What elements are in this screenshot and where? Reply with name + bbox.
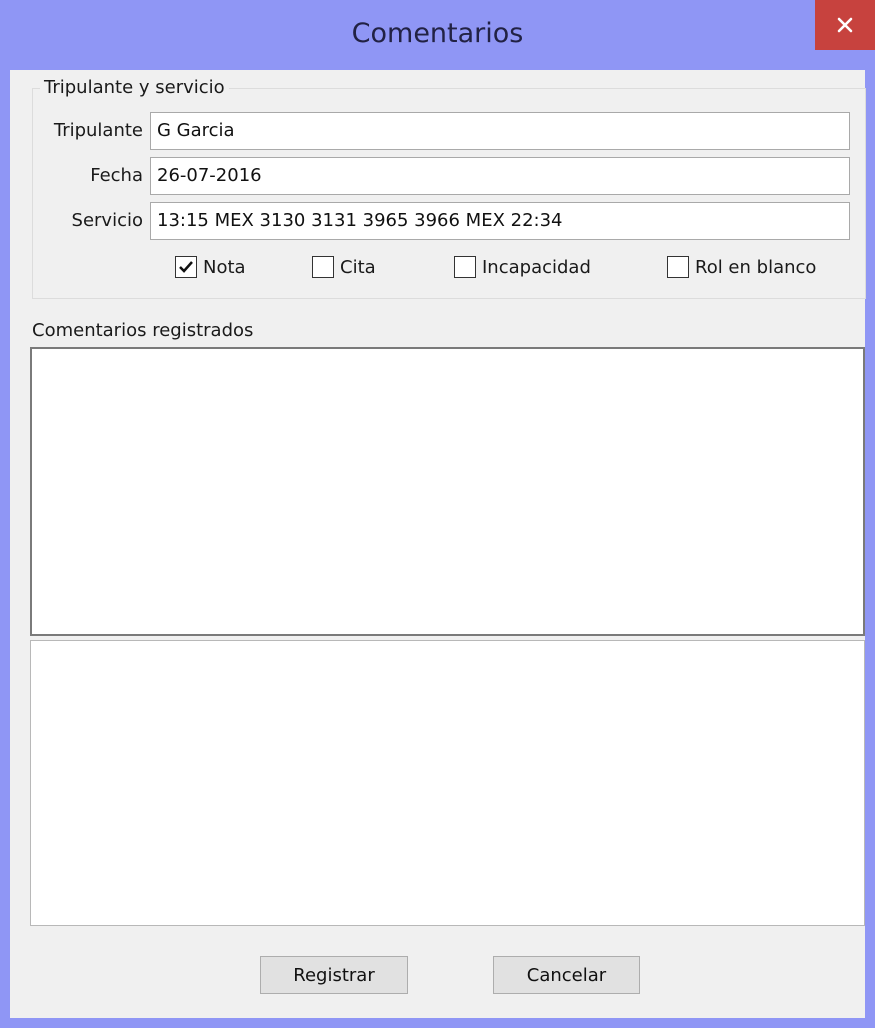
comentarios-dialog: Comentarios Tripulante y servicio Tripul… — [0, 0, 875, 1028]
checkbox-box[interactable] — [667, 256, 689, 278]
incapacidad-checkbox[interactable]: Incapacidad — [454, 256, 591, 278]
title-bar[interactable]: Comentarios — [0, 0, 875, 70]
window-title: Comentarios — [351, 18, 524, 49]
checkbox-box[interactable] — [312, 256, 334, 278]
new-comment-textarea[interactable] — [30, 640, 865, 926]
group-title: Tripulante y servicio — [40, 77, 229, 98]
nota-label: Nota — [203, 256, 246, 278]
close-icon — [837, 17, 853, 33]
nota-checkbox[interactable]: Nota — [175, 256, 246, 278]
tripulante-label: Tripulante — [53, 120, 143, 141]
registered-comments-label: Comentarios registrados — [32, 320, 254, 341]
incapacidad-label: Incapacidad — [482, 256, 591, 278]
checkbox-box[interactable] — [454, 256, 476, 278]
servicio-field[interactable]: 13:15 MEX 3130 3131 3965 3966 MEX 22:34 — [150, 202, 850, 240]
checkbox-box[interactable] — [175, 256, 197, 278]
dialog-body: Tripulante y servicio Tripulante G Garci… — [10, 70, 866, 1018]
close-button[interactable] — [815, 0, 875, 50]
servicio-label: Servicio — [71, 210, 143, 231]
checkmark-icon — [179, 261, 193, 273]
fecha-field[interactable]: 26-07-2016 — [150, 157, 850, 195]
cancel-button[interactable]: Cancelar — [493, 956, 640, 994]
cita-checkbox[interactable]: Cita — [312, 256, 376, 278]
fecha-label: Fecha — [90, 165, 143, 186]
registered-comments-box[interactable] — [30, 347, 865, 636]
rol-en-blanco-label: Rol en blanco — [695, 256, 817, 278]
register-button[interactable]: Registrar — [260, 956, 408, 994]
tripulante-field[interactable]: G Garcia — [150, 112, 850, 150]
rol-en-blanco-checkbox[interactable]: Rol en blanco — [667, 256, 816, 278]
cita-label: Cita — [340, 256, 376, 278]
